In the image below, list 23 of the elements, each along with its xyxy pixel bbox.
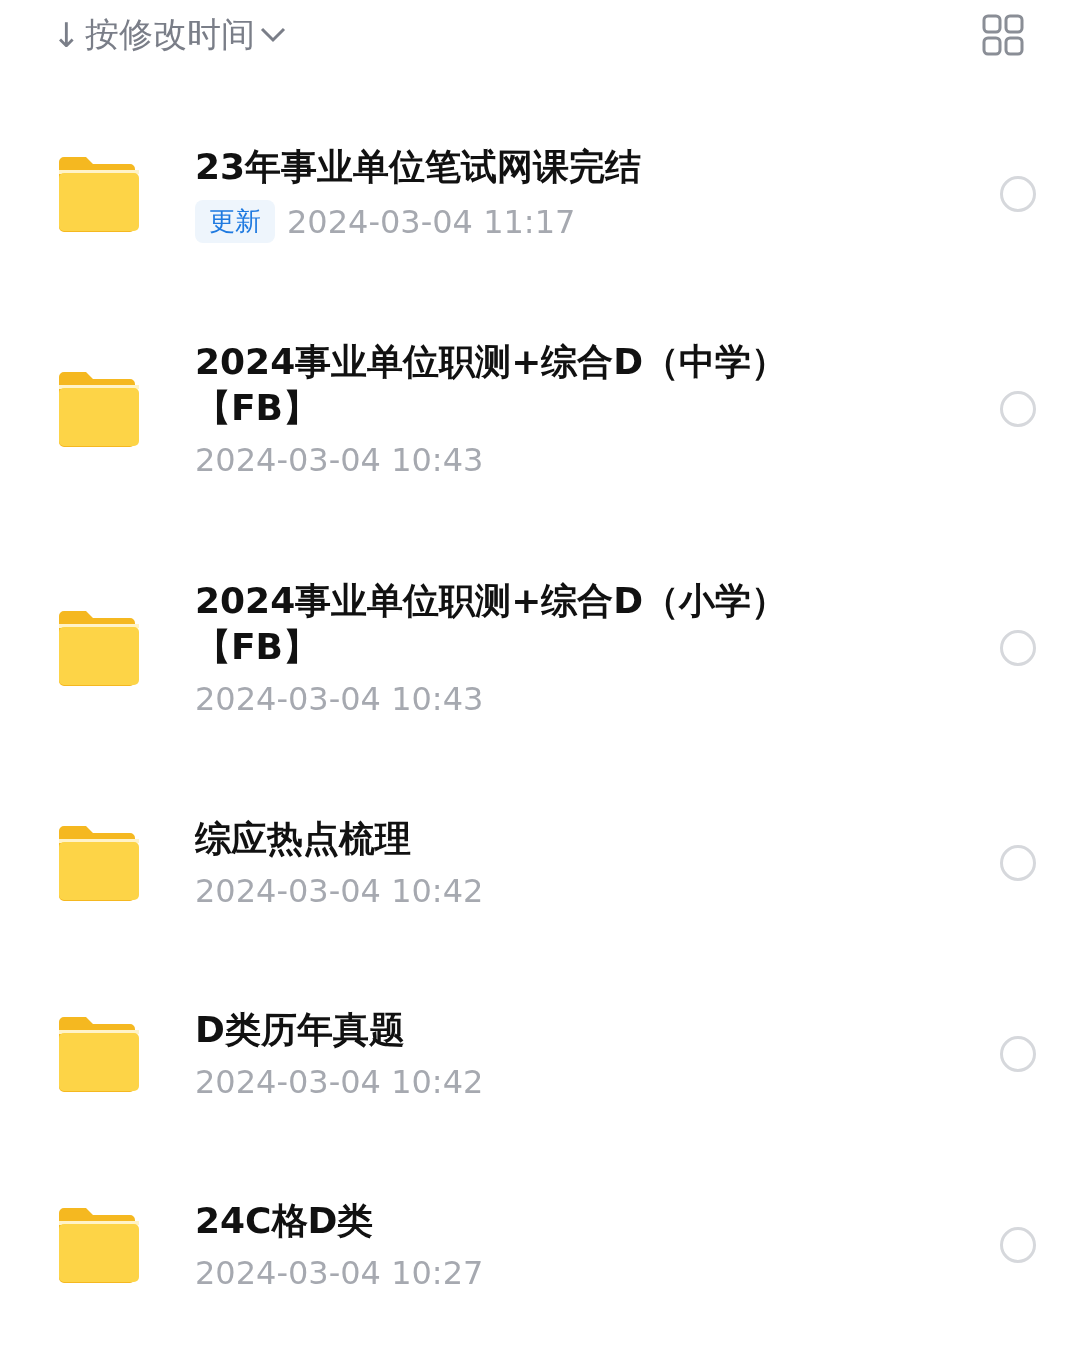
folder-name[interactable]: 2024事业单位职测+综合D（小学）【FB】 xyxy=(195,577,835,670)
modified-date: 2024-03-04 11:17 xyxy=(287,202,576,241)
sort-arrow[interactable]: ↓ xyxy=(52,15,81,55)
sort-label[interactable]: 按修改时间 xyxy=(84,12,255,58)
modified-date: 2024-03-04 10:43 xyxy=(195,679,484,718)
chevron-down-icon[interactable] xyxy=(258,26,287,44)
folder-name[interactable]: 综应热点梳理 xyxy=(195,815,835,862)
update-tag: 更新 xyxy=(195,200,275,243)
select-radio[interactable] xyxy=(1000,1035,1036,1072)
grid-view-icon[interactable] xyxy=(982,14,1024,56)
select-radio[interactable] xyxy=(1000,175,1036,212)
modified-date: 2024-03-04 10:27 xyxy=(195,1253,484,1292)
modified-date: 2024-03-04 10:42 xyxy=(195,1062,484,1101)
modified-date: 2024-03-04 10:42 xyxy=(195,871,484,910)
folder-name[interactable]: 24C格D类 xyxy=(195,1197,835,1244)
modified-date: 2024-03-04 10:43 xyxy=(195,440,484,479)
folder-name[interactable]: 23年事业单位笔试网课完结 xyxy=(195,144,835,190)
folder-name[interactable]: 2024事业单位职测+综合D（中学）【FB】 xyxy=(195,338,835,431)
folder-name[interactable]: D类历年真题 xyxy=(195,1006,835,1053)
select-radio[interactable] xyxy=(1000,390,1036,427)
select-radio[interactable] xyxy=(1000,844,1036,881)
select-radio[interactable] xyxy=(1000,629,1036,666)
select-radio[interactable] xyxy=(1000,1226,1036,1263)
